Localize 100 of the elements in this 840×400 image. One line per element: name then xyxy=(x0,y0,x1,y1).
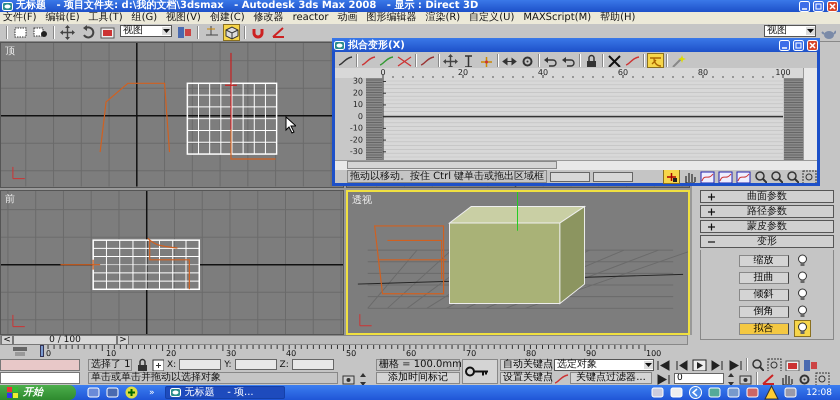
rollout-header[interactable]: 变形 xyxy=(700,235,834,248)
deform-button[interactable]: 倒角 xyxy=(738,306,788,318)
deform-button[interactable]: 倾斜 xyxy=(738,288,788,300)
menu-item[interactable]: 渲染(R) xyxy=(425,12,460,24)
zoom-in-icon[interactable] xyxy=(754,170,767,183)
key-mode-icon[interactable] xyxy=(656,372,671,385)
add-time-tag-button[interactable]: 添加时间标记 xyxy=(376,372,460,384)
play-icon[interactable] xyxy=(692,358,707,372)
zoom-all-icon[interactable] xyxy=(767,358,782,372)
zoom-icon[interactable] xyxy=(770,170,783,183)
rollout-header[interactable]: 路径参数 xyxy=(700,205,834,218)
minimize-button[interactable] xyxy=(799,0,810,12)
curve-icon[interactable] xyxy=(420,54,435,66)
key-mode-dropdown[interactable]: 选定对象 xyxy=(554,358,654,370)
viewport[interactable]: 透视 xyxy=(346,190,690,335)
delete-icon[interactable] xyxy=(607,54,622,66)
close-button[interactable] xyxy=(807,40,818,50)
lock-icon[interactable] xyxy=(584,54,599,66)
minimize-button[interactable] xyxy=(779,40,790,50)
coordinate-dropdown[interactable]: 视图 xyxy=(120,25,172,37)
value-field[interactable] xyxy=(593,172,634,182)
go-to-end-icon[interactable] xyxy=(728,358,743,372)
dropdown-arrow-icon[interactable] xyxy=(806,27,815,35)
menu-item[interactable]: 工具(T) xyxy=(88,12,123,24)
z-field[interactable] xyxy=(292,359,334,370)
menu-item[interactable]: 创建(C) xyxy=(210,12,245,24)
script-field[interactable] xyxy=(0,372,80,384)
time-slider-thumb[interactable]: < 0 / 100 > xyxy=(1,335,129,345)
more-chevron[interactable]: » xyxy=(149,388,155,398)
auto-key-button[interactable]: 自动关键点 xyxy=(500,358,552,371)
listener-field[interactable] xyxy=(0,358,80,371)
key-filters-button[interactable]: 关键点过滤器... xyxy=(570,372,652,384)
viewport[interactable]: 前 xyxy=(0,190,344,335)
snap-toggle-icon[interactable] xyxy=(648,54,663,66)
close-button[interactable] xyxy=(827,0,838,12)
taskbar-button[interactable]: 无标题 - 项... xyxy=(164,386,285,399)
menu-item[interactable]: 文件(F) xyxy=(3,12,37,24)
selection-mode-icon[interactable] xyxy=(151,358,164,372)
track-bar-icon[interactable] xyxy=(11,345,29,358)
scrollbar-thumb[interactable] xyxy=(347,161,557,169)
curve-icon[interactable] xyxy=(361,54,376,66)
menu-item[interactable]: 自定义(U) xyxy=(469,12,514,24)
menu-item[interactable]: 帮助(H) xyxy=(600,12,636,24)
viewport-label[interactable]: 透视 xyxy=(352,192,372,206)
select-region-icon[interactable] xyxy=(13,25,28,40)
gear-icon[interactable] xyxy=(520,54,535,66)
frame-field[interactable]: 0 xyxy=(674,372,724,384)
box-toggle-icon[interactable] xyxy=(224,25,239,40)
lock-icon[interactable] xyxy=(135,358,148,372)
menu-item[interactable]: 图形编辑器 xyxy=(366,12,416,24)
zoom-horizontal-icon[interactable] xyxy=(718,170,733,183)
deform-button[interactable]: 拟合 xyxy=(738,322,788,334)
deform-button[interactable]: 扭曲 xyxy=(738,272,788,284)
maximize-button[interactable] xyxy=(793,40,804,50)
horizontal-scrollbar[interactable] xyxy=(335,160,817,170)
menu-item[interactable]: 修改器 xyxy=(254,12,284,24)
curve-icon[interactable] xyxy=(554,372,569,384)
zoom-vertical-icon[interactable] xyxy=(736,170,751,183)
align-icon[interactable] xyxy=(177,25,192,40)
menu-item[interactable]: MAXScript(M) xyxy=(523,12,592,24)
plus-circle-icon[interactable] xyxy=(124,385,139,400)
y-field[interactable] xyxy=(234,359,277,370)
crossed-curves-icon[interactable] xyxy=(397,54,412,66)
viewport[interactable]: 顶 xyxy=(0,42,344,188)
move-icon[interactable] xyxy=(443,54,458,66)
viewport-label[interactable]: 顶 xyxy=(5,44,15,58)
zoom-icon[interactable] xyxy=(751,358,764,372)
move-tool-icon[interactable] xyxy=(664,170,679,183)
arrow-left-icon[interactable] xyxy=(688,385,704,400)
menu-item[interactable]: 动画 xyxy=(337,12,358,24)
menu-item[interactable]: 编辑(E) xyxy=(46,12,80,24)
set-key-button[interactable]: 设置关键点 xyxy=(500,372,552,384)
bulb-toggle-icon[interactable] xyxy=(794,321,810,336)
previous-frame-icon[interactable] xyxy=(674,358,689,372)
dropdown-arrow-icon[interactable] xyxy=(644,360,653,368)
next-frame-icon[interactable] xyxy=(710,358,725,372)
go-to-start-icon[interactable] xyxy=(656,358,671,372)
menu-item[interactable]: 组(G) xyxy=(132,12,158,24)
menu-item[interactable]: reactor xyxy=(292,12,328,24)
dropdown-arrow-icon[interactable] xyxy=(162,27,171,35)
spinner-icon[interactable] xyxy=(359,372,367,385)
crossing-select-icon[interactable] xyxy=(33,25,48,40)
maximize-viewport-icon[interactable] xyxy=(815,372,830,385)
next-frame-button[interactable]: > xyxy=(117,335,129,345)
vertical-scrollbar[interactable] xyxy=(803,68,817,160)
previous-frame-button[interactable]: < xyxy=(1,335,13,345)
rollout-header[interactable]: 蒙皮参数 xyxy=(700,220,834,233)
rollout-header[interactable]: 曲面参数 xyxy=(700,190,834,203)
move-curve-icon[interactable] xyxy=(338,54,353,66)
restore-button[interactable] xyxy=(813,0,824,12)
zoom-region-icon[interactable] xyxy=(802,170,817,183)
x-field[interactable] xyxy=(179,359,222,370)
time-slider-track[interactable]: < 0 / 100 > xyxy=(0,335,688,345)
key-button[interactable] xyxy=(462,359,498,384)
spinner-icon[interactable] xyxy=(727,372,735,385)
viewport-label[interactable]: 前 xyxy=(5,192,15,206)
angle-snap-icon[interactable] xyxy=(271,25,286,40)
menu-item[interactable]: 视图(V) xyxy=(166,12,201,24)
view-dropdown[interactable]: 视图 xyxy=(764,25,816,37)
deform-button[interactable]: 缩放 xyxy=(738,254,788,266)
